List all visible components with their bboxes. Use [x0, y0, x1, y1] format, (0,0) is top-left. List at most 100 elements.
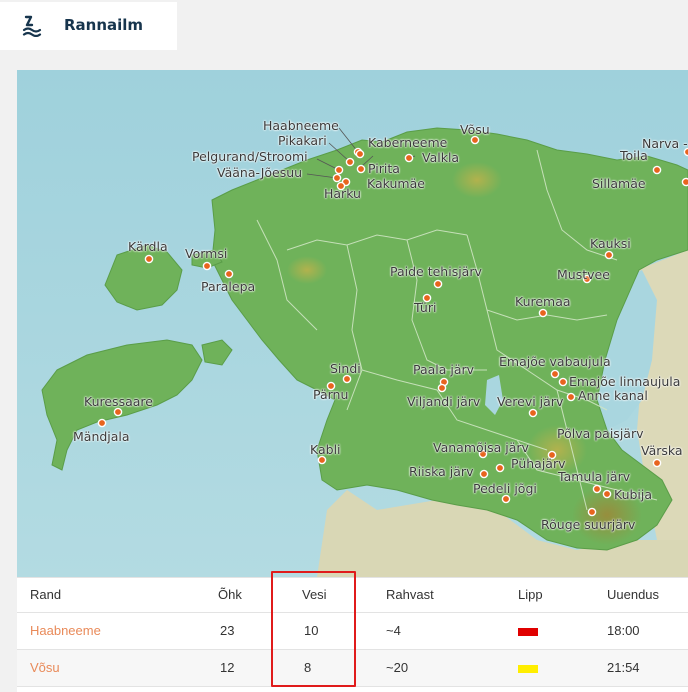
place-label-sillamae[interactable]: Sillamäe	[592, 177, 646, 191]
beach-marker-18[interactable]	[433, 279, 443, 289]
place-label-kuressaare[interactable]: Kuressaare	[84, 395, 153, 409]
beach-link[interactable]: Haabneeme	[30, 613, 101, 649]
beach-marker-40[interactable]	[602, 489, 612, 499]
beach-marker-22[interactable]	[550, 369, 560, 379]
beach-marker-35[interactable]	[652, 458, 662, 468]
beach-marker-14[interactable]	[144, 254, 154, 264]
place-label-mandjala[interactable]: Mändjala	[73, 430, 130, 444]
beach-marker-16[interactable]	[224, 269, 234, 279]
water-temp: 10	[304, 623, 319, 638]
beach-marker-38[interactable]	[592, 484, 602, 494]
beach-marker-36[interactable]	[495, 463, 505, 473]
place-label-polva-paisjarv[interactable]: Põlva paisjärv	[557, 427, 644, 441]
place-label-parnu[interactable]: Pärnu	[313, 388, 348, 402]
wave-logo-icon	[22, 15, 42, 38]
place-label-vosu[interactable]: Võsu	[460, 123, 490, 137]
beach-marker-5[interactable]	[355, 149, 365, 159]
place-label-mustvee[interactable]: Mustvee	[557, 268, 610, 282]
header-water[interactable]: Vesi	[302, 578, 327, 612]
beach-marker-39[interactable]	[501, 494, 511, 504]
beach-marker-28[interactable]	[437, 383, 447, 393]
beach-marker-15[interactable]	[202, 261, 212, 271]
place-label-pelgurand-stroomi[interactable]: Pelgurand/Stroomi	[192, 150, 308, 164]
place-label-verevi-jarv[interactable]: Verevi järv	[497, 395, 563, 409]
beach-marker-37[interactable]	[479, 469, 489, 479]
header-air[interactable]: Õhk	[218, 578, 242, 612]
place-label-paala-jarv[interactable]: Paala järv	[413, 363, 474, 377]
beach-marker-34[interactable]	[317, 455, 327, 465]
beach-marker-10[interactable]	[470, 135, 480, 145]
header-updated[interactable]: Uuendus	[607, 578, 659, 612]
estonia-map[interactable]: Haabneeme Pikakari Pelgurand/Stroomi Vää…	[17, 70, 688, 577]
place-label-haabneeme[interactable]: Haabneeme	[263, 119, 339, 133]
beach-marker-3[interactable]	[334, 165, 344, 175]
beach-markers	[97, 135, 688, 517]
place-label-kardla[interactable]: Kärdla	[128, 240, 168, 254]
beach-marker-41[interactable]	[587, 507, 597, 517]
beach-marker-7[interactable]	[356, 164, 366, 174]
beach-marker-30[interactable]	[566, 392, 576, 402]
beach-marker-4[interactable]	[332, 173, 342, 183]
place-label-kauksi[interactable]: Kauksi	[590, 237, 631, 251]
beach-marker-2[interactable]	[345, 157, 355, 167]
app-tab[interactable]: Rannailm	[0, 2, 177, 50]
beach-marker-6[interactable]	[404, 153, 414, 163]
place-label-paralepa[interactable]: Paralepa	[201, 280, 255, 294]
place-label-valkla[interactable]: Valkla	[422, 151, 459, 165]
place-label-harku[interactable]: Harku	[324, 187, 361, 201]
place-label-paide-tehisjarv[interactable]: Paide tehisjärv	[390, 265, 482, 279]
beach-marker-25[interactable]	[558, 377, 568, 387]
place-label-vanamoisa-jarv[interactable]: Vanamõisa järv	[433, 441, 529, 455]
beach-link[interactable]: Võsu	[30, 650, 60, 686]
content-panel: Haabneeme Pikakari Pelgurand/Stroomi Vää…	[17, 70, 688, 692]
place-label-tamula-jarv[interactable]: Tamula järv	[558, 470, 630, 484]
beach-marker-23[interactable]	[342, 374, 352, 384]
flag-cell	[518, 613, 538, 649]
place-label-pikakari[interactable]: Pikakari	[278, 134, 327, 148]
place-label-kabli[interactable]: Kabli	[310, 443, 341, 457]
place-label-viljandi-jarv[interactable]: Viljandi järv	[407, 395, 480, 409]
beach-weather-table: Rand Õhk Vesi Rahvast Lipp Uuendus Haabn…	[17, 577, 688, 687]
beach-marker-31[interactable]	[97, 418, 107, 428]
table-header: Rand Õhk Vesi Rahvast Lipp Uuendus	[17, 577, 688, 613]
place-label-turi[interactable]: Türi	[414, 301, 436, 315]
app-title: Rannailm	[64, 16, 144, 34]
air-temp: 23	[220, 623, 235, 638]
header-beach[interactable]: Rand	[30, 578, 61, 612]
place-label-toila[interactable]: Toila	[620, 149, 648, 163]
beach-marker-27[interactable]	[113, 407, 123, 417]
crowd-count: ~20	[386, 660, 409, 675]
place-label-emajoe-vabaujula[interactable]: Emajõe vabaujula	[499, 355, 611, 369]
table-row[interactable]: Haabneeme 23 10 ~4 18:00	[17, 613, 688, 650]
place-label-rouge-suurjarv[interactable]: Rõuge suurjärv	[541, 518, 635, 532]
flag-cell	[518, 650, 538, 686]
air-temp: 12	[220, 660, 235, 675]
header-crowd[interactable]: Rahvast	[386, 578, 434, 612]
beach-marker-13[interactable]	[681, 177, 688, 187]
place-label-riiska-jarv[interactable]: Riiska järv	[409, 465, 473, 479]
place-label-sindi[interactable]: Sindi	[330, 362, 361, 376]
beach-marker-12[interactable]	[652, 165, 662, 175]
place-label-varska[interactable]: Värska	[641, 444, 683, 458]
place-label-emajoe-linnaujula[interactable]: Emajõe linnaujula	[569, 375, 680, 389]
place-label-kakumae[interactable]: Kakumäe	[367, 177, 425, 191]
beach-marker-29[interactable]	[528, 408, 538, 418]
place-label-pirita[interactable]: Pirita	[368, 162, 400, 176]
table-row[interactable]: Võsu 12 8 ~20 21:54	[17, 650, 688, 687]
place-label-narva-joesuu[interactable]: Narva - Jõesuu	[642, 137, 688, 151]
beach-marker-17[interactable]	[604, 250, 614, 260]
place-label-vormsi[interactable]: Vormsi	[185, 247, 227, 261]
header-flag[interactable]: Lipp	[518, 578, 543, 612]
place-label-anne-kanal[interactable]: Anne kanal	[578, 389, 648, 403]
place-label-pedeli-jogi[interactable]: Pedeli jõgi	[473, 482, 537, 496]
yellow-flag-icon	[518, 664, 538, 673]
beach-marker-21[interactable]	[538, 308, 548, 318]
place-label-kuremaa[interactable]: Kuremaa	[515, 295, 571, 309]
place-label-kaberneeme[interactable]: Kaberneeme	[368, 136, 447, 150]
updated-time: 21:54	[607, 660, 640, 675]
place-label-vaana-joesuu[interactable]: Vääna-Jõesuu	[217, 166, 302, 180]
red-flag-icon	[518, 627, 538, 636]
updated-time: 18:00	[607, 623, 640, 638]
place-label-kubija[interactable]: Kubija	[614, 488, 652, 502]
crowd-count: ~4	[386, 623, 401, 638]
